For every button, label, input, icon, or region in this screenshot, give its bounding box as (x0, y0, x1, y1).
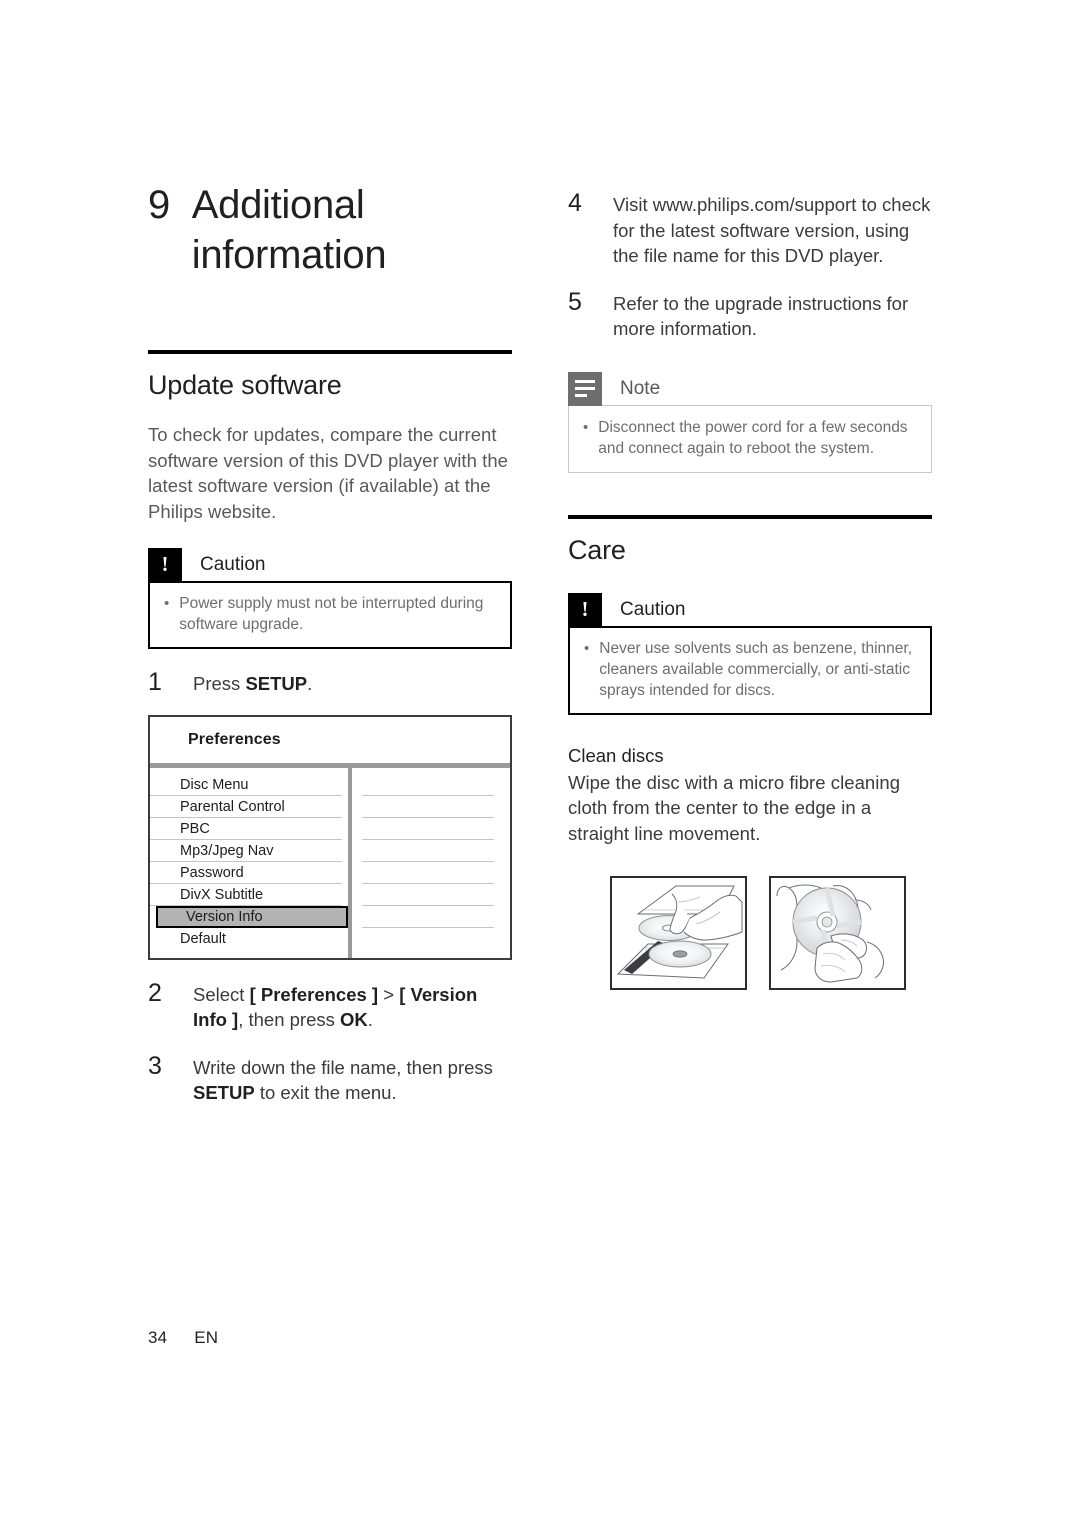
note-bullet-text: Disconnect the power cord for a few seco… (598, 418, 908, 457)
preferences-menu-screenshot: Preferences Disc Menu Parental Control PBC… (148, 714, 512, 960)
section-rule (568, 514, 932, 519)
step-text: Press SETUP. (193, 673, 313, 694)
section-heading-update-software: Update software (148, 370, 342, 400)
note-lines-glyph (575, 379, 595, 397)
step-number: 3 (148, 1051, 162, 1080)
step-5: 5 Refer to the upgrade instructions for … (568, 287, 932, 342)
preferences-menu-item[interactable]: PBC (150, 818, 342, 840)
right-column: 4 Visit www.philips.com/support to check… (568, 190, 932, 990)
clean-discs-heading: Clean discs (568, 744, 664, 766)
page-language: EN (194, 1328, 219, 1347)
caution-callout-update: ! Caution • Power supply must not be int… (148, 548, 512, 649)
caution-callout-header: ! Caution (568, 592, 932, 627)
disc-wipe-illustration (769, 876, 906, 990)
preferences-menu-item[interactable]: Disc Menu (150, 774, 342, 796)
preferences-menu-item[interactable]: Password (150, 862, 342, 884)
preferences-menu-value-row (362, 928, 494, 950)
step-number: 2 (148, 978, 162, 1007)
caution-label: Caution (200, 554, 266, 575)
preferences-menu-value-row (362, 906, 494, 928)
update-software-section: Update software To check for updates, co… (148, 350, 512, 524)
step-number: 1 (148, 668, 162, 696)
step-number: 4 (568, 189, 582, 217)
chapter-title-text: Additional information (192, 180, 387, 280)
caution-callout-header: ! Caution (148, 548, 512, 582)
preferences-menu-value-row (362, 884, 494, 906)
preferences-menu-item-selected[interactable]: Version Info (156, 905, 348, 928)
caution-bullet-text: Never use solvents such as benzene, thin… (599, 639, 913, 699)
exclamation-icon: ! (568, 592, 602, 627)
preferences-menu-item[interactable]: Mp3/Jpeg Nav (150, 840, 342, 862)
page-footer: 34 EN (148, 1328, 218, 1348)
step-2: 2 Select [ Preferences ] > [ Version Inf… (148, 978, 512, 1033)
note-callout-header: Note (568, 371, 932, 406)
step-text: Refer to the upgrade instructions for mo… (613, 292, 909, 340)
section-rule (148, 350, 512, 354)
step-1: 1 Press SETUP. (148, 669, 512, 697)
disc-wipe-svg (776, 884, 884, 983)
page-number: 34 (148, 1328, 168, 1347)
note-body: • Disconnect the power cord for a few se… (568, 404, 932, 473)
preferences-menu-item[interactable]: Parental Control (150, 796, 342, 818)
exclamation-icon: ! (148, 548, 182, 582)
preferences-menu-value-row (362, 774, 494, 796)
preferences-menu-item[interactable]: DivX Subtitle (150, 884, 342, 906)
preferences-menu-value-row (362, 818, 494, 840)
bullet-item: • Power supply must not be interrupted d… (164, 593, 496, 635)
chapter-number: 9 (148, 183, 170, 227)
note-label: Note (620, 377, 661, 399)
preferences-menu-values-column (352, 768, 510, 958)
caution-body: • Power supply must not be interrupted d… (148, 581, 512, 649)
disc-tray-removal-illustration (610, 876, 747, 990)
bullet-dot-icon: • (584, 639, 590, 657)
chapter-title-line1: Additional (191, 183, 365, 227)
caution-bullet-text: Power supply must not be interrupted dur… (179, 595, 484, 633)
bullet-item: • Disconnect the power cord for a few se… (583, 417, 917, 459)
disc-tray-removal-svg (616, 885, 743, 979)
chapter-title: 9 Additional information (148, 180, 512, 280)
note-callout: Note • Disconnect the power cord for a f… (568, 371, 932, 473)
exclamation-glyph: ! (581, 596, 589, 621)
step-4: 4 Visit www.philips.com/support to check… (568, 190, 932, 269)
step-number: 5 (568, 287, 582, 316)
clean-discs-figures (568, 876, 932, 990)
caution-label: Caution (620, 598, 686, 620)
preferences-menu-body: Disc Menu Parental Control PBC Mp3/Jpeg Nav… (150, 767, 510, 958)
step-text: Select [ Preferences ] > [ Version Info … (193, 983, 478, 1031)
step-3: 3 Write down the file name, then press S… (148, 1051, 512, 1106)
manual-page: 9 Additional information Update software… (0, 0, 1080, 1524)
update-software-intro: To check for updates, compare the curren… (148, 424, 509, 522)
preferences-menu-item[interactable]: Default (150, 928, 342, 950)
bullet-dot-icon: • (583, 418, 589, 436)
bullet-dot-icon: • (164, 595, 170, 612)
exclamation-glyph: ! (161, 552, 169, 576)
preferences-menu-title: Preferences (188, 730, 281, 748)
preferences-menu-value-row (362, 862, 494, 884)
section-heading-care: Care (568, 534, 626, 565)
preferences-menu-list: Disc Menu Parental Control PBC Mp3/Jpeg Nav… (150, 768, 348, 958)
bullet-item: • Never use solvents such as benzene, th… (584, 638, 916, 701)
caution-callout-care: ! Caution • Never use solvents such as b… (568, 592, 932, 715)
note-lines-icon (568, 371, 602, 406)
clean-discs-paragraph: Wipe the disc with a micro fibre cleanin… (568, 771, 901, 844)
step-text: Write down the file name, then press SET… (193, 1056, 493, 1104)
left-column: 9 Additional information Update software… (148, 180, 512, 1106)
care-section: Care (568, 514, 932, 567)
step-text: Visit www.philips.com/support to check f… (613, 194, 931, 266)
preferences-menu-value-row (362, 796, 494, 818)
preferences-menu-value-row (362, 840, 494, 862)
caution-body: • Never use solvents such as benzene, th… (568, 625, 932, 715)
chapter-title-line2: information (191, 233, 387, 277)
